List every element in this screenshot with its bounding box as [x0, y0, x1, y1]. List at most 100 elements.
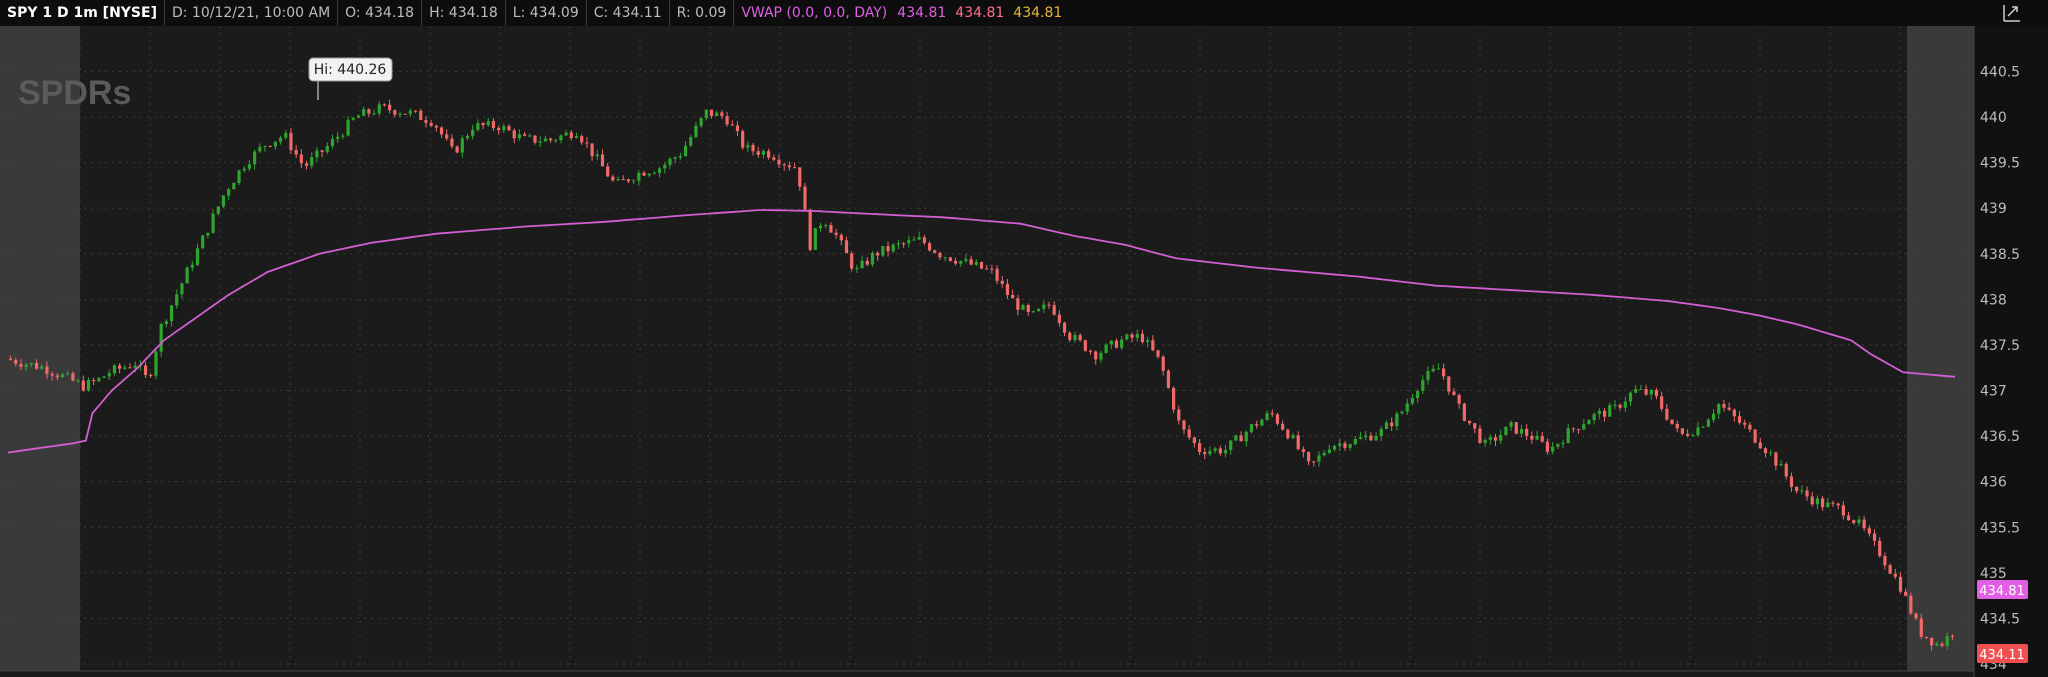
candle-body [258, 146, 262, 152]
candle-body [782, 164, 786, 166]
spdrs-watermark: SPDRs [18, 74, 131, 112]
candle-body [45, 366, 49, 374]
candle-body [1654, 389, 1659, 397]
pre-market-shade [0, 26, 80, 671]
candle-body [97, 377, 101, 382]
candle-body [1026, 304, 1030, 313]
candle-body [424, 120, 428, 123]
candle-body [979, 262, 984, 269]
candle-body [787, 165, 791, 168]
y-tick-label: 438.5 [1980, 247, 2020, 263]
candle-body [1789, 476, 1794, 487]
candle-body [756, 151, 760, 155]
candle-body [1924, 636, 1929, 638]
candle-body [1000, 280, 1004, 284]
y-tick-label: 438 [1980, 292, 2007, 308]
candle-body [71, 373, 75, 381]
candle-body [221, 195, 226, 207]
candle-body [1826, 502, 1830, 508]
candle-body [865, 260, 869, 265]
candle-body [590, 143, 594, 157]
candle-body [164, 321, 168, 325]
candle-body [933, 250, 937, 253]
candle-body [372, 113, 376, 115]
candle-body [818, 225, 823, 229]
candle-body [1052, 305, 1056, 315]
candle-body [1613, 404, 1617, 406]
candle-body [149, 375, 153, 377]
candle-body [1379, 428, 1383, 436]
candle-body [689, 137, 693, 146]
candle-body [953, 260, 958, 264]
vwap-price-box: 434.81 [1977, 580, 2028, 599]
candle-body [66, 373, 70, 375]
candle-body [1338, 443, 1342, 446]
candle-body [1332, 445, 1337, 450]
candle-body [1551, 446, 1555, 452]
candle-body [907, 240, 911, 244]
candle-body [1306, 452, 1311, 462]
candle-body [227, 189, 231, 196]
candle-body [798, 167, 802, 187]
candle-body [398, 113, 402, 115]
candle-body [876, 252, 880, 256]
candle-body [491, 121, 496, 128]
candle-body [476, 122, 480, 130]
candle-body [1623, 401, 1627, 408]
candle-body [1846, 515, 1851, 521]
candle-body [683, 145, 688, 157]
candle-body [180, 283, 184, 295]
candle-body [1203, 452, 1207, 455]
candle-body [943, 257, 947, 259]
candle-body [808, 209, 812, 250]
candle-body [647, 173, 651, 176]
candle-body [585, 142, 589, 144]
candle-body [1353, 438, 1357, 445]
candle-body [185, 267, 189, 284]
candle-body [668, 158, 672, 165]
candle-body [1078, 335, 1082, 341]
candle-body [1057, 314, 1061, 323]
candle-body [242, 168, 246, 171]
candle-body [278, 137, 283, 142]
candle-body [948, 257, 952, 261]
candle-body [336, 136, 340, 139]
candle-body [959, 260, 963, 264]
candle-body [34, 362, 39, 369]
candle-body [1275, 414, 1280, 424]
candle-body [1821, 498, 1825, 508]
candle-body [1675, 423, 1679, 429]
candle-body [102, 376, 106, 378]
candle-body [40, 366, 44, 369]
candle-body [1914, 613, 1918, 619]
candle-body [891, 244, 895, 252]
candle-body [1088, 350, 1093, 352]
candle-body [694, 125, 698, 138]
candle-body [533, 135, 537, 143]
candle-body [512, 130, 516, 139]
candle-body [1260, 419, 1264, 426]
candle-body [870, 252, 875, 265]
candle-body [1795, 486, 1799, 491]
y-tick-label: 436.5 [1980, 429, 2020, 445]
candle-body [1234, 435, 1238, 441]
candle-body [351, 117, 355, 120]
candle-body [1281, 423, 1285, 430]
candle-body [1223, 450, 1228, 454]
candle-body [1867, 528, 1871, 534]
plot-background [0, 26, 1974, 677]
candle-body [569, 132, 573, 138]
candle-body [1686, 433, 1690, 436]
candle-body [367, 109, 371, 114]
candle-body [1473, 423, 1477, 429]
candle-body [803, 186, 807, 210]
price-chart[interactable]: SPDRs 440.5 440 439.5 439 438.5 438 437.5 437 43… [0, 0, 2048, 677]
last-price-box: 434.11 [1977, 644, 2028, 663]
candle-body [1244, 431, 1248, 442]
candle-body [341, 135, 345, 137]
candle-body [502, 126, 506, 131]
candle-body [1177, 409, 1181, 421]
candle-body [600, 154, 605, 167]
candle-body [55, 375, 59, 378]
candle-body [263, 145, 267, 147]
